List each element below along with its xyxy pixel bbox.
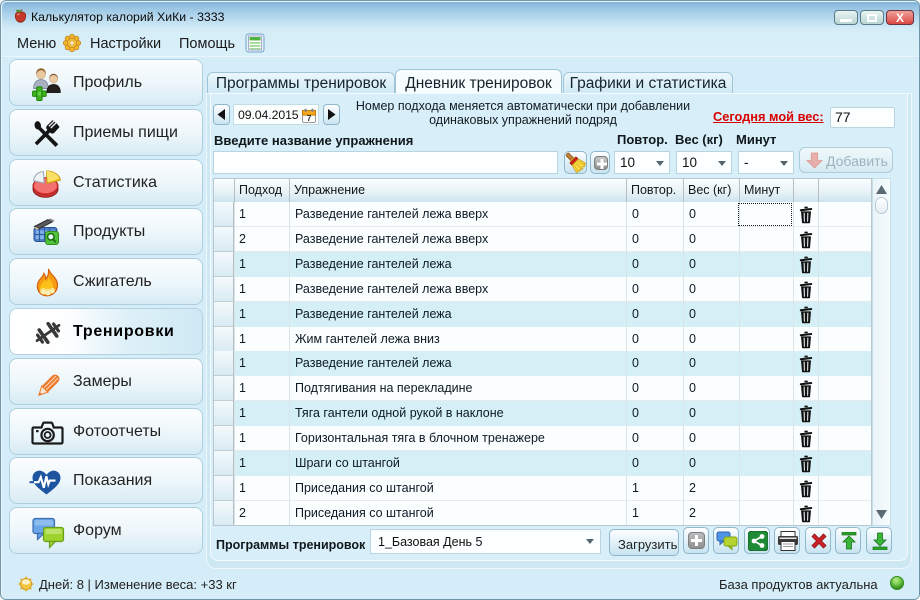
svg-text:7: 7	[307, 113, 312, 123]
